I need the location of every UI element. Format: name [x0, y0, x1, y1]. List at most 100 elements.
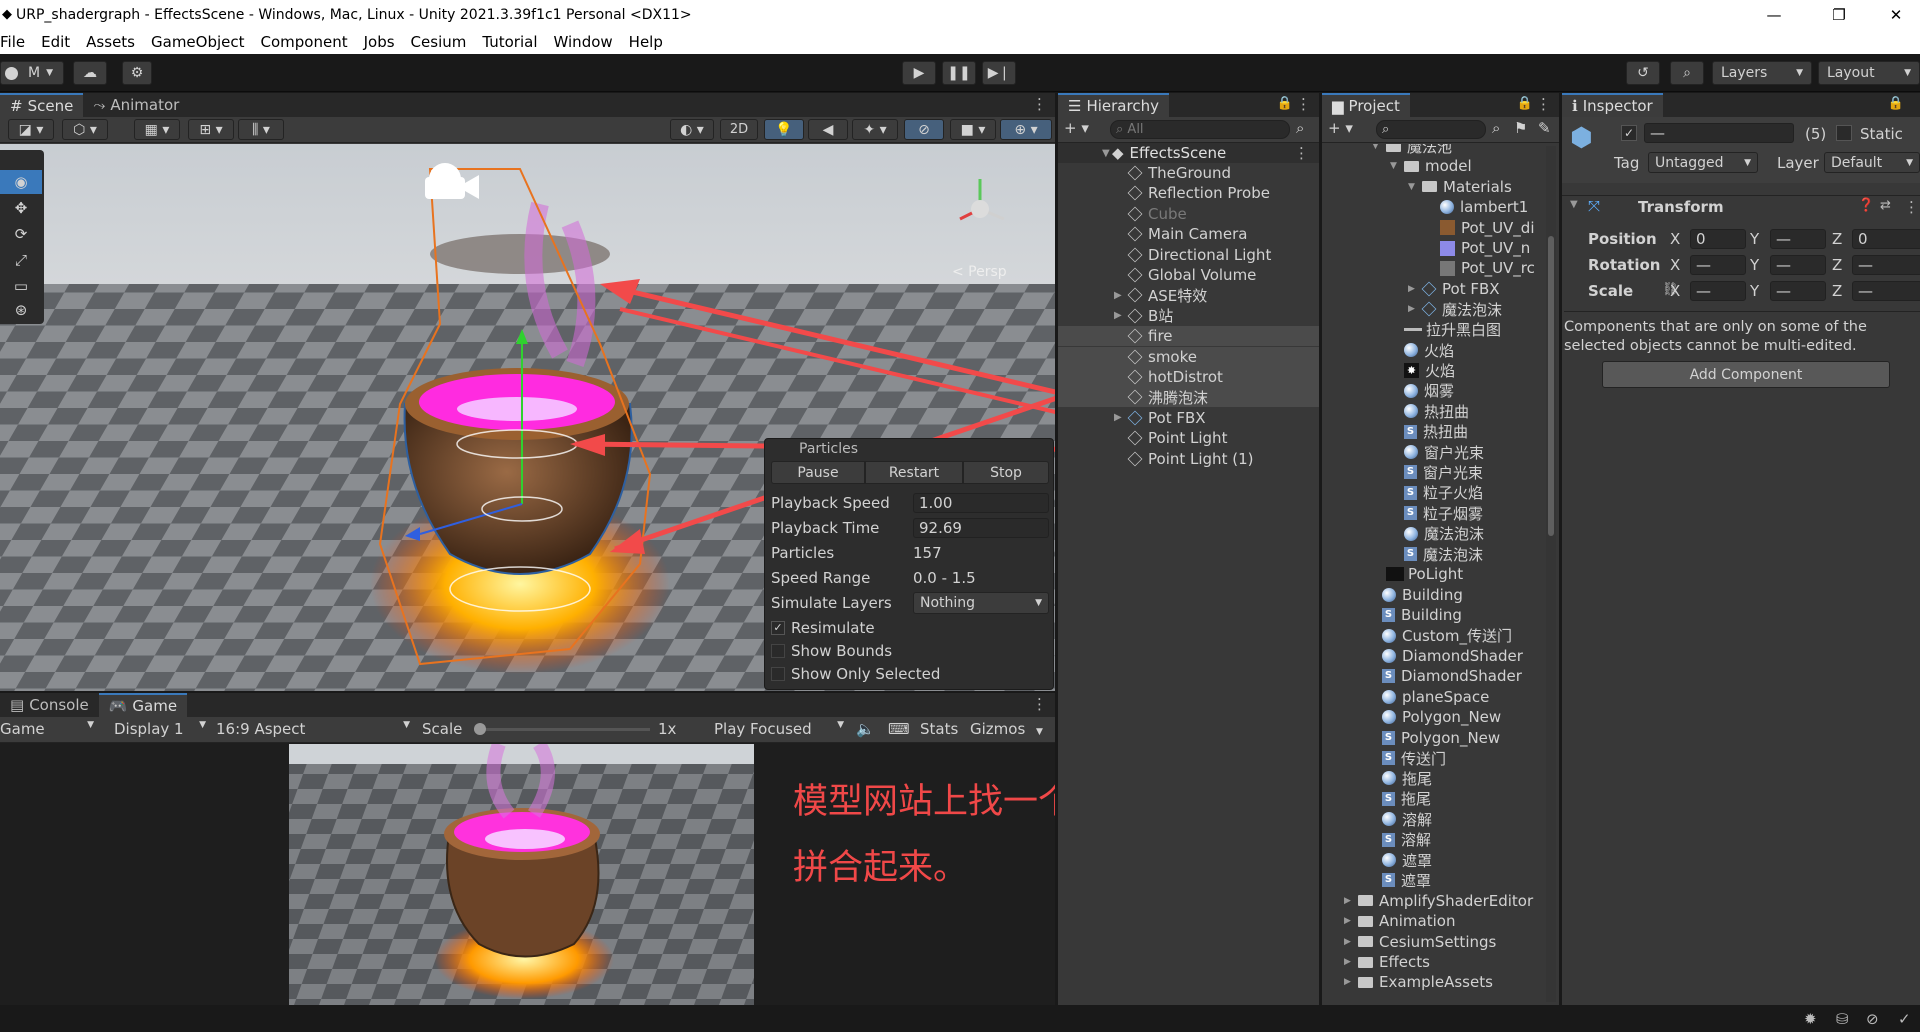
collab-button[interactable]: ⚙ [122, 61, 152, 85]
transform-rotation-y-field[interactable]: — [1770, 255, 1826, 275]
project-item[interactable]: S DiamondShader [1322, 666, 1544, 686]
particles-restart-button[interactable]: Restart [865, 461, 963, 484]
project-item[interactable]: 火焰 [1322, 340, 1544, 360]
transform-scale-y-field[interactable]: — [1770, 281, 1826, 301]
undo-history-button[interactable]: ↺ [1626, 61, 1660, 85]
game-viewport[interactable] [289, 744, 754, 1005]
project-item[interactable]: ▼ model [1322, 156, 1544, 176]
hierarchy-item[interactable]: Point Light [1058, 428, 1319, 448]
transform-scale-x-field[interactable]: — [1690, 281, 1746, 301]
2d-toggle[interactable]: 2D [720, 119, 758, 140]
hierarchy-item[interactable]: TheGround [1058, 163, 1319, 183]
project-item[interactable]: 遮罩 [1322, 850, 1544, 870]
project-item[interactable]: 拉升黑白图 [1322, 320, 1544, 340]
playback-speed-field[interactable]: 1.00 [913, 493, 1049, 513]
account-dropdown[interactable]: M ▼ [0, 61, 64, 85]
hierarchy-item[interactable]: smoke [1058, 346, 1319, 367]
more-options-icon[interactable]: ⋮ [1294, 144, 1309, 162]
project-item[interactable]: 魔法泡沫 [1322, 524, 1544, 544]
auto-generate-lighting-icon[interactable]: ⊘ [1866, 1010, 1879, 1028]
effects-dropdown[interactable]: ✦ ▾ [852, 119, 898, 140]
project-item[interactable]: S 传送门 [1322, 748, 1544, 768]
menu-window[interactable]: Window [546, 33, 621, 51]
project-item[interactable]: 热扭曲 [1322, 401, 1544, 421]
tab-game[interactable]: 🎮 Game [98, 693, 188, 717]
menu-file[interactable]: File [0, 33, 33, 51]
collapsed-arrow-icon[interactable]: ▶ [1344, 977, 1358, 987]
collapsed-arrow-icon[interactable]: ▶ [1344, 916, 1358, 926]
search-button[interactable]: ⌕ [1670, 61, 1704, 85]
hierarchy-item[interactable]: ▶ Pot FBX [1058, 408, 1319, 428]
project-item[interactable]: planeSpace [1322, 687, 1544, 707]
create-dropdown[interactable]: + ▾ [1064, 119, 1089, 137]
collapsed-arrow-icon[interactable]: ▶ [1408, 284, 1422, 294]
transform-header[interactable]: ▼ ⤧ Transform ❓ ⇄ ⋮ [1562, 195, 1920, 217]
play-button[interactable]: ▶ [902, 61, 936, 85]
project-item[interactable]: S 热扭曲 [1322, 422, 1544, 442]
project-item[interactable]: 拖尾 [1322, 768, 1544, 788]
grid-snap-dropdown[interactable]: ▦ ▾ [134, 119, 180, 140]
game-mode-dropdown[interactable]: Game ▼ [0, 720, 98, 738]
stats-toggle[interactable]: Stats [920, 720, 958, 738]
object-mode-dropdown[interactable]: ⬡ ▾ [62, 119, 108, 140]
hierarchy-item[interactable]: fire [1058, 326, 1319, 347]
project-item[interactable]: 窗户光束 [1322, 442, 1544, 462]
particles-pause-button[interactable]: Pause [771, 461, 865, 484]
resimulate-checkbox[interactable]: ✓ Resimulate [771, 619, 875, 637]
project-item[interactable]: ▼ Materials [1322, 177, 1544, 197]
project-item[interactable]: ✸ 火焰 [1322, 360, 1544, 380]
transform-rotation-z-field[interactable]: — [1852, 255, 1920, 275]
static-checkbox[interactable] [1836, 125, 1852, 141]
close-button[interactable]: ✕ [1869, 0, 1920, 29]
tab-animator[interactable]: ⤳ Animator [83, 93, 189, 117]
project-item[interactable]: S 遮罩 [1322, 870, 1544, 890]
step-button[interactable]: ▶❘ [982, 61, 1016, 85]
tab-project[interactable]: ▆ Project [1322, 93, 1410, 117]
cache-icon[interactable]: ⛁ [1836, 1010, 1849, 1028]
visibility-toggle[interactable]: ⊘ [904, 119, 944, 140]
project-create-dropdown[interactable]: + ▾ [1328, 119, 1353, 137]
rotate-tool[interactable]: ⟳ [0, 222, 42, 246]
collapsed-arrow-icon[interactable]: ▶ [1114, 310, 1128, 321]
playback-time-field[interactable]: 92.69 [913, 518, 1049, 538]
hierarchy-item[interactable]: Cube [1058, 204, 1319, 224]
project-item[interactable]: ▼ 魔法池 [1322, 144, 1544, 156]
add-component-button[interactable]: Add Component [1602, 361, 1890, 388]
tab-scene[interactable]: # Scene [0, 93, 84, 117]
scene-root-row[interactable]: ▼ ◆ EffectsScene ⋮ [1058, 143, 1319, 163]
menu-help[interactable]: Help [621, 33, 671, 51]
menu-tutorial[interactable]: Tutorial [474, 33, 545, 51]
tag-dropdown[interactable]: Untagged ▼ [1648, 152, 1758, 173]
help-icon[interactable]: ❓ [1858, 198, 1874, 213]
hierarchy-item[interactable]: 沸腾泡沫 [1058, 387, 1319, 408]
camera-dropdown[interactable]: ■ ▾ [950, 119, 996, 140]
lighting-toggle[interactable]: 💡 [764, 119, 804, 140]
project-search-input[interactable]: ⌕ [1376, 120, 1486, 139]
search-by-label-button[interactable]: ⚑ [1514, 119, 1527, 137]
collapsed-arrow-icon[interactable]: ▶ [1408, 304, 1422, 314]
more-options-icon[interactable]: ⋮ [1536, 95, 1551, 113]
debug-icon[interactable]: ✹ [1804, 1010, 1817, 1028]
rect-tool[interactable]: ▭ [0, 274, 42, 298]
more-options-icon[interactable]: ⋮ [1296, 95, 1311, 113]
lock-icon[interactable]: 🔒 [1517, 96, 1533, 111]
hierarchy-search-input[interactable]: ⌕ All [1110, 120, 1290, 139]
layers-dropdown[interactable]: Layers ▼ [1712, 61, 1812, 85]
favorite-button[interactable]: ✎ [1538, 119, 1551, 137]
tab-hierarchy[interactable]: ☰ Hierarchy [1058, 93, 1169, 117]
project-item[interactable]: Pot_UV_rc [1322, 258, 1544, 278]
draw-mode-dropdown[interactable]: ◪ ▾ [8, 119, 54, 140]
scale-slider-handle[interactable] [474, 723, 486, 735]
collapsed-arrow-icon[interactable]: ▶ [1114, 290, 1128, 301]
search-by-type-button[interactable]: ⌕ [1492, 119, 1500, 137]
menu-gameobject[interactable]: GameObject [143, 33, 253, 51]
collapsed-arrow-icon[interactable]: ▶ [1114, 412, 1128, 423]
maximize-button[interactable]: ❐ [1812, 0, 1866, 29]
project-item[interactable]: S 魔法泡沫 [1322, 544, 1544, 564]
move-tool[interactable]: ✥ [0, 196, 42, 220]
grid-dropdown[interactable]: ⊞ ▾ [188, 119, 234, 140]
project-item[interactable]: PoLight [1322, 564, 1544, 584]
scene-viewport[interactable]: < Persp ◉ ✥ ⟳ ⤢ ▭ ⊛ Particles Pause Rest… [0, 144, 1055, 691]
project-item[interactable]: S 粒子烟雾 [1322, 503, 1544, 523]
cloud-button[interactable]: ☁ [73, 61, 107, 85]
